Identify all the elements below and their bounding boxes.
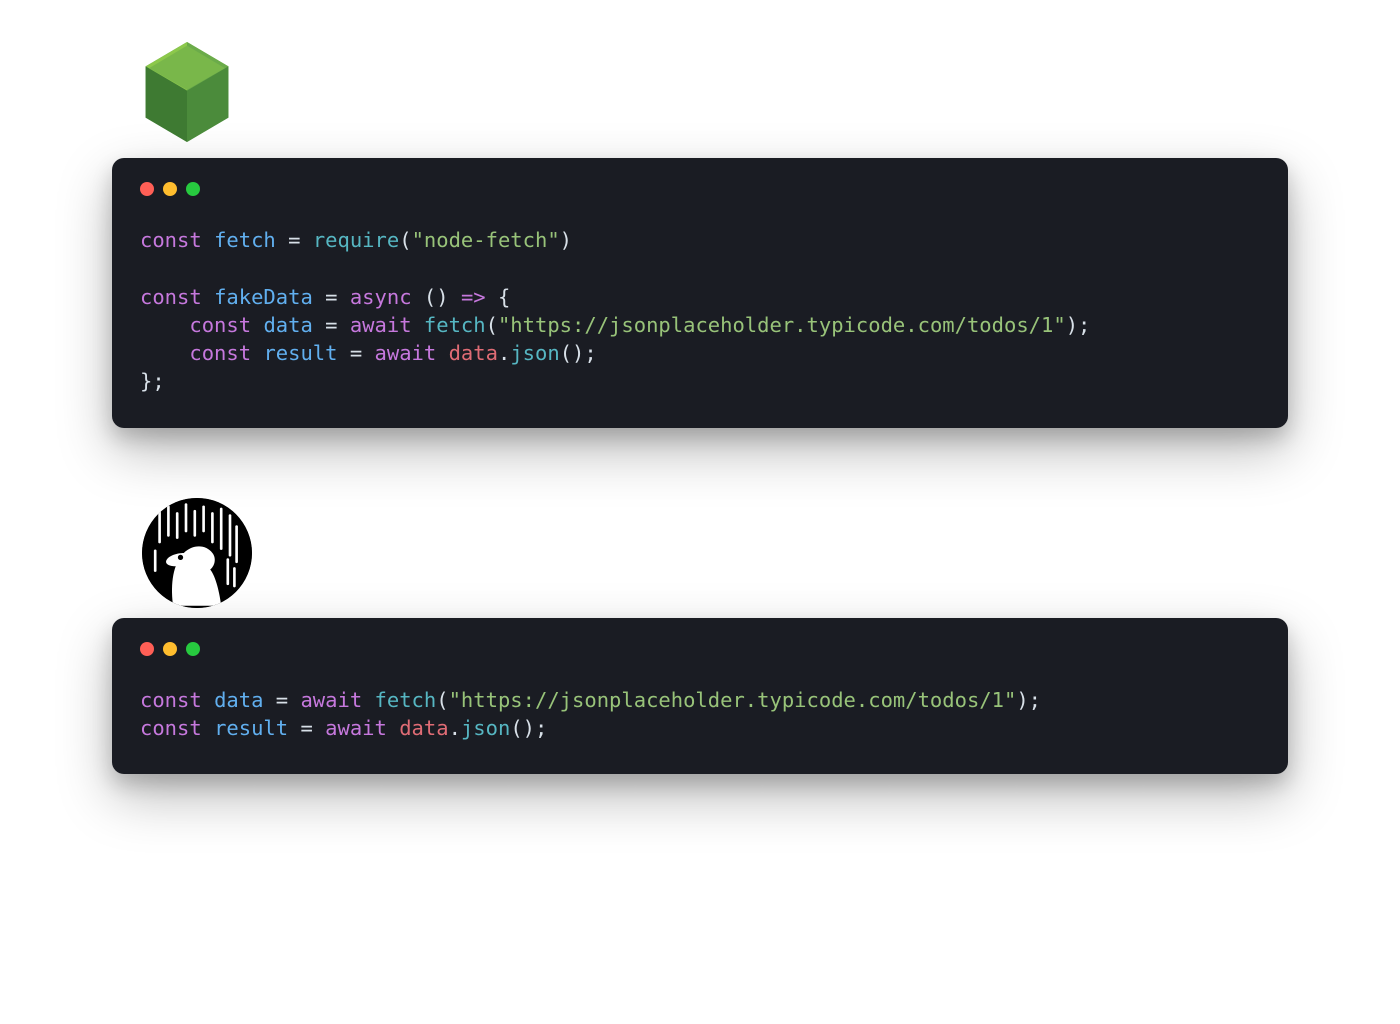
close-dot-icon[interactable]: [140, 182, 154, 196]
node-code: const fetch = require("node-fetch") cons…: [140, 226, 1260, 396]
node-section: const fetch = require("node-fetch") cons…: [112, 40, 1288, 428]
node-logo-wrap: [142, 40, 1288, 148]
maximize-dot-icon[interactable]: [186, 642, 200, 656]
deno-code-window: const data = await fetch("https://jsonpl…: [112, 618, 1288, 775]
deno-icon: [142, 498, 252, 608]
deno-section: const data = await fetch("https://jsonpl…: [112, 498, 1288, 775]
window-controls: [140, 182, 1260, 196]
window-controls: [140, 642, 1260, 656]
minimize-dot-icon[interactable]: [163, 182, 177, 196]
node-code-window: const fetch = require("node-fetch") cons…: [112, 158, 1288, 428]
deno-logo-wrap: [142, 498, 1288, 608]
maximize-dot-icon[interactable]: [186, 182, 200, 196]
node-icon: [142, 40, 232, 144]
deno-code: const data = await fetch("https://jsonpl…: [140, 686, 1260, 743]
close-dot-icon[interactable]: [140, 642, 154, 656]
minimize-dot-icon[interactable]: [163, 642, 177, 656]
